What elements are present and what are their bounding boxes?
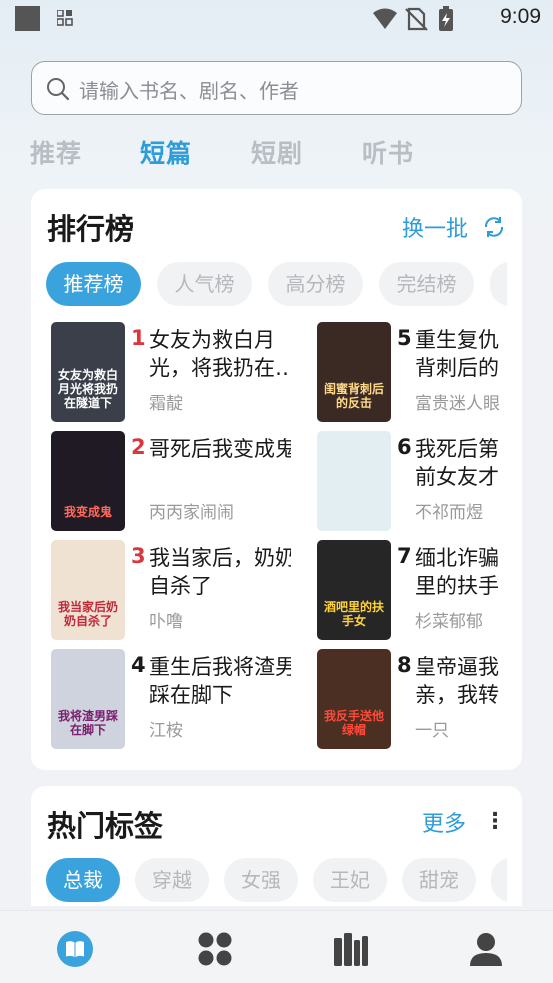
book-author: 卟噜 xyxy=(149,612,183,632)
wifi-icon xyxy=(373,8,397,29)
rank-number: 5 xyxy=(397,326,412,350)
book-title[interactable]: 皇帝逼我亲，我转 xyxy=(415,653,507,709)
book-author: 霜靛 xyxy=(149,394,183,414)
ranking-book-item[interactable]: 6 我死后第前女友才不祁而煜 xyxy=(317,431,522,531)
bottom-navigation xyxy=(0,910,553,983)
pill-popular-rank[interactable]: 人气榜 xyxy=(157,262,252,306)
grid-notification-icon xyxy=(57,10,73,26)
hot-tag-pills: 总裁 穿越 女强 王妃 甜宠 xyxy=(46,858,507,906)
tag-more[interactable] xyxy=(491,858,507,902)
tag-princess-consort[interactable]: 王妃 xyxy=(313,858,387,902)
category-tabs: 推荐 短篇 短剧 听书 xyxy=(0,134,553,174)
rank-number: 1 xyxy=(131,326,146,350)
ranking-book-item[interactable]: 闺蜜背刺后的反击 5 重生复仇背刺后的富贵迷人眼 xyxy=(317,322,522,422)
book-cover-text: 酒吧里的扶手女 xyxy=(323,600,384,628)
more-button[interactable]: 更多 ⋮ xyxy=(422,806,506,838)
book-icon[interactable] xyxy=(55,929,95,969)
rank-number: 4 xyxy=(131,653,146,677)
more-options-icon[interactable]: ⋮ xyxy=(484,811,506,833)
tag-strong-female[interactable]: 女强 xyxy=(224,858,298,902)
book-author: 富贵迷人眼 xyxy=(415,394,500,414)
book-cover[interactable]: 我将渣男踩在脚下 xyxy=(51,649,125,749)
tag-time-travel[interactable]: 穿越 xyxy=(135,858,209,902)
tab-short-drama[interactable]: 短剧 xyxy=(251,134,303,170)
book-author: 不祁而煜 xyxy=(415,503,483,523)
hot-tags-title: 热门标签 xyxy=(47,809,164,843)
refresh-icon xyxy=(484,217,504,237)
tag-ceo[interactable]: 总裁 xyxy=(46,858,120,902)
ranking-book-item[interactable]: 我将渣男踩在脚下 4 重生后我将渣男踩在脚下江桉 xyxy=(51,649,291,749)
status-bar: 9:09 xyxy=(0,0,553,40)
book-cover[interactable]: 闺蜜背刺后的反击 xyxy=(317,322,391,422)
rank-number: 7 xyxy=(397,544,412,568)
book-title[interactable]: 哥死后我变成鬼 xyxy=(149,435,291,463)
status-time: 9:09 xyxy=(500,5,541,28)
book-author: 丙丙家闹闹 xyxy=(149,503,234,523)
book-author: 江桉 xyxy=(149,721,183,741)
book-cover[interactable]: 女友为救白月光将我扔在隧道下 xyxy=(51,322,125,422)
pill-top-rated-rank[interactable]: 高分榜 xyxy=(268,262,363,306)
book-author: 一只 xyxy=(415,721,449,741)
book-title[interactable]: 我死后第前女友才 xyxy=(415,435,507,491)
tab-recommend[interactable]: 推荐 xyxy=(30,134,82,170)
no-sim-icon xyxy=(405,7,428,31)
book-cover[interactable]: 酒吧里的扶手女 xyxy=(317,540,391,640)
search-bar[interactable]: 请输入书名、剧名、作者 xyxy=(31,61,522,115)
ranking-book-item[interactable]: 酒吧里的扶手女 7 缅北诈骗里的扶手杉菜郁郁 xyxy=(317,540,522,640)
ranking-book-item[interactable]: 我变成鬼 2 哥死后我变成鬼丙丙家闹闹 xyxy=(51,431,291,531)
book-cover[interactable]: 我当家后奶奶自杀了 xyxy=(51,540,125,640)
pill-more-rank[interactable] xyxy=(490,262,507,306)
tab-audiobook[interactable]: 听书 xyxy=(362,134,414,170)
rank-number: 2 xyxy=(131,435,146,459)
pill-completed-rank[interactable]: 完结榜 xyxy=(379,262,474,306)
ranking-book-item[interactable]: 我反手送他绿帽 8 皇帝逼我亲，我转一只 xyxy=(317,649,522,749)
search-placeholder[interactable]: 请输入书名、剧名、作者 xyxy=(79,75,299,104)
book-title[interactable]: 女友为救白月光，将我扔在… xyxy=(149,326,291,382)
book-cover-text: 我当家后奶奶自杀了 xyxy=(57,600,118,628)
bookshelf-icon[interactable] xyxy=(331,929,371,969)
book-title[interactable]: 我当家后，奶奶自杀了 xyxy=(149,544,291,600)
book-cover-text: 我反手送他绿帽 xyxy=(323,709,384,737)
profile-icon[interactable] xyxy=(466,929,506,969)
battery-icon xyxy=(439,6,453,31)
grid-icon[interactable] xyxy=(195,929,235,969)
hot-tags-card: 热门标签 更多 ⋮ 总裁 穿越 女强 王妃 甜宠 xyxy=(31,786,522,906)
book-cover-text: 我变成鬼 xyxy=(63,505,112,519)
rank-number: 8 xyxy=(397,653,412,677)
ranking-filter-pills: 推荐榜 人气榜 高分榜 完结榜 xyxy=(46,262,507,306)
ranking-book-item[interactable]: 女友为救白月光将我扔在隧道下 1 女友为救白月光，将我扔在… 霜靛 xyxy=(51,322,291,422)
book-cover-text: 女友为救白月光将我扔在隧道下 xyxy=(57,368,118,410)
book-cover[interactable]: 我变成鬼 xyxy=(51,431,125,531)
book-cover[interactable] xyxy=(317,431,391,531)
app-notification-icon xyxy=(15,6,40,31)
tab-short-story[interactable]: 短篇 xyxy=(140,134,192,170)
rank-number: 3 xyxy=(131,544,146,568)
refresh-label: 换一批 xyxy=(401,217,468,242)
rank-number: 6 xyxy=(397,435,412,459)
book-cover-text: 闺蜜背刺后的反击 xyxy=(323,382,384,410)
book-cover[interactable]: 我反手送他绿帽 xyxy=(317,649,391,749)
ranking-card: 排行榜 换一批 推荐榜 人气榜 高分榜 完结榜 女友为救白月光将我扔在隧道下 1 女… xyxy=(31,189,522,770)
refresh-button[interactable]: 换一批 xyxy=(402,211,506,243)
book-title[interactable]: 缅北诈骗里的扶手 xyxy=(415,544,507,600)
tag-sweet-romance[interactable]: 甜宠 xyxy=(402,858,476,902)
pill-recommend-rank[interactable]: 推荐榜 xyxy=(46,262,141,306)
more-label: 更多 xyxy=(421,812,466,837)
book-title[interactable]: 重生复仇背刺后的 xyxy=(415,326,507,382)
ranking-book-item[interactable]: 我当家后奶奶自杀了 3 我当家后，奶奶自杀了卟噜 xyxy=(51,540,291,640)
search-icon xyxy=(47,78,70,101)
book-author: 杉菜郁郁 xyxy=(415,612,483,632)
book-title[interactable]: 重生后我将渣男踩在脚下 xyxy=(149,653,291,709)
book-cover-text: 我将渣男踩在脚下 xyxy=(57,709,118,737)
ranking-title: 排行榜 xyxy=(47,212,135,246)
